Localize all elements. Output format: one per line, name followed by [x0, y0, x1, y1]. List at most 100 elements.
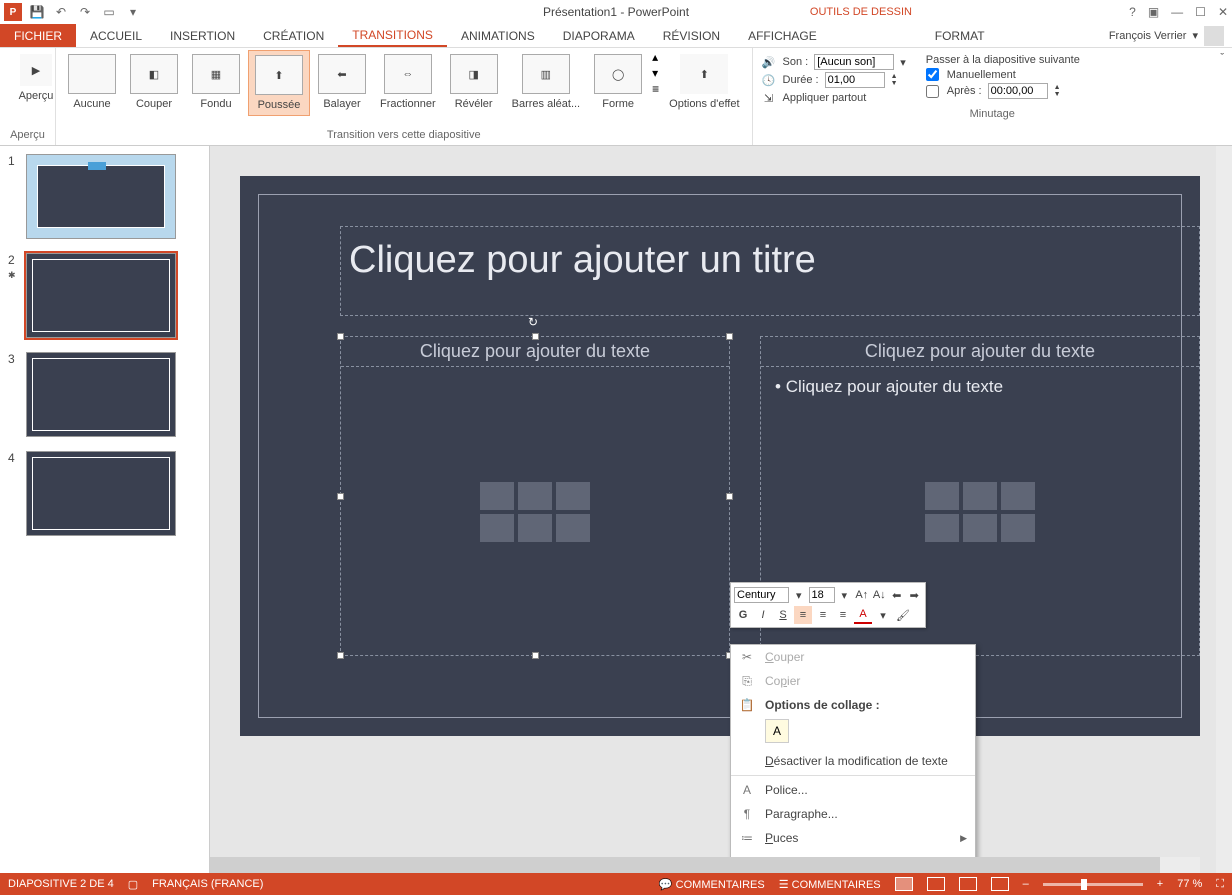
- dropdown-icon[interactable]: ▾: [837, 586, 853, 604]
- tab-review[interactable]: RÉVISION: [649, 24, 734, 47]
- underline-button[interactable]: S: [774, 606, 792, 624]
- horizontal-scrollbar[interactable]: [210, 857, 1200, 873]
- paste-keep-text-button[interactable]: A: [765, 719, 789, 743]
- align-right-button[interactable]: ≡: [834, 606, 852, 624]
- fit-window-button[interactable]: ⛶: [1216, 878, 1224, 891]
- undo-icon[interactable]: ↶: [52, 3, 70, 21]
- format-painter-icon[interactable]: 🖌: [894, 606, 912, 624]
- zoom-in-button[interactable]: +: [1157, 878, 1163, 890]
- italic-button[interactable]: I: [754, 606, 772, 624]
- tab-insert[interactable]: INSERTION: [156, 24, 249, 47]
- tab-file[interactable]: FICHIER: [0, 24, 76, 47]
- align-left-button[interactable]: ≡: [794, 606, 812, 624]
- slide-canvas[interactable]: Cliquez pour ajouter un titre Cliquez po…: [240, 176, 1200, 736]
- slide-thumb[interactable]: [26, 352, 176, 437]
- slide-panel[interactable]: 1 2✱ 3 4: [0, 146, 210, 873]
- tab-format[interactable]: FORMAT: [921, 24, 999, 47]
- user-avatar[interactable]: [1204, 26, 1224, 46]
- push-icon: ⬆: [255, 55, 303, 95]
- rotate-handle-icon[interactable]: ↻: [528, 315, 538, 329]
- tab-design[interactable]: CRÉATION: [249, 24, 338, 47]
- sound-select[interactable]: [814, 54, 894, 70]
- content-type-icons[interactable]: [480, 482, 590, 542]
- tab-transitions[interactable]: TRANSITIONS: [338, 24, 447, 47]
- spin-up-icon[interactable]: ▲: [891, 73, 898, 80]
- transition-randombars[interactable]: ▥Barres aléat...: [506, 50, 586, 114]
- tab-home[interactable]: ACCUEIL: [76, 24, 156, 47]
- zoom-out-button[interactable]: –: [1023, 878, 1029, 890]
- transition-push[interactable]: ⬆Poussée: [248, 50, 310, 116]
- decrease-indent-icon[interactable]: ⬅: [889, 586, 905, 604]
- font-size-input[interactable]: [809, 587, 835, 603]
- bold-button[interactable]: G: [734, 606, 752, 624]
- tab-view[interactable]: AFFICHAGE: [734, 24, 831, 47]
- slide-editor[interactable]: Cliquez pour ajouter un titre Cliquez po…: [210, 146, 1216, 873]
- qat-more-icon[interactable]: ▾: [124, 3, 142, 21]
- dropdown-icon[interactable]: ▾: [900, 56, 906, 69]
- spin-down-icon[interactable]: ▼: [891, 80, 898, 87]
- spellcheck-icon[interactable]: ▢: [128, 878, 138, 891]
- comments-button[interactable]: 💬 COMMENTAIRES: [659, 878, 765, 891]
- minimize-icon[interactable]: —: [1171, 5, 1183, 19]
- redo-icon[interactable]: ↷: [76, 3, 94, 21]
- close-icon[interactable]: ✕: [1218, 5, 1228, 19]
- zoom-slider[interactable]: [1043, 883, 1143, 886]
- ribbon-display-icon[interactable]: ▣: [1148, 5, 1159, 19]
- zoom-value[interactable]: 77 %: [1177, 878, 1202, 890]
- font-color-button[interactable]: A: [854, 606, 872, 624]
- gallery-up-icon[interactable]: ▴: [652, 50, 659, 64]
- reading-view-button[interactable]: [959, 877, 977, 891]
- dropdown-icon[interactable]: ▾: [874, 606, 892, 624]
- normal-view-button[interactable]: [895, 877, 913, 891]
- transition-fade[interactable]: ▦Fondu: [186, 50, 246, 114]
- apply-all-button[interactable]: Appliquer partout: [783, 92, 867, 104]
- slide-thumb[interactable]: [26, 451, 176, 536]
- user-menu-icon[interactable]: ▾: [1192, 29, 1198, 42]
- ctx-font[interactable]: APolice...: [731, 778, 975, 802]
- tab-slideshow[interactable]: DIAPORAMA: [549, 24, 649, 47]
- effect-options-button[interactable]: ⬆Options d'effet: [663, 50, 745, 114]
- after-checkbox[interactable]: [926, 85, 939, 98]
- slide-thumb[interactable]: [26, 253, 176, 338]
- spin-up-icon[interactable]: ▲: [1054, 84, 1061, 91]
- content-placeholder-left[interactable]: Cliquez pour ajouter du texte ↻: [340, 336, 730, 656]
- dropdown-icon[interactable]: ▾: [791, 586, 807, 604]
- help-icon[interactable]: ?: [1129, 5, 1136, 19]
- tab-animations[interactable]: ANIMATIONS: [447, 24, 549, 47]
- title-placeholder[interactable]: Cliquez pour ajouter un titre: [340, 226, 1200, 316]
- mini-toolbar[interactable]: ▾ ▾ A↑ A↓ ⬅ ➡ G I S ≡ ≡ ≡ A ▾ 🖌: [730, 582, 926, 628]
- transition-wipe[interactable]: ⬅Balayer: [312, 50, 372, 114]
- maximize-icon[interactable]: ☐: [1195, 5, 1206, 19]
- after-input[interactable]: [988, 83, 1048, 99]
- slide-thumb[interactable]: [26, 154, 176, 239]
- notes-button[interactable]: ☰ COMMENTAIRES: [779, 878, 881, 891]
- font-family-input[interactable]: [734, 587, 789, 603]
- increase-indent-icon[interactable]: ➡: [907, 586, 923, 604]
- sorter-view-button[interactable]: [927, 877, 945, 891]
- content-type-icons[interactable]: [925, 482, 1035, 542]
- spin-down-icon[interactable]: ▼: [1054, 91, 1061, 98]
- manual-checkbox[interactable]: [926, 68, 939, 81]
- ctx-bullets[interactable]: ≔Puces▶: [731, 826, 975, 850]
- gallery-more-icon[interactable]: ≡: [652, 82, 659, 96]
- transition-split[interactable]: ⇔Fractionner: [374, 50, 442, 114]
- ctx-stop-edit[interactable]: Désactiver la modification de texte: [731, 749, 975, 773]
- save-icon[interactable]: 💾: [28, 3, 46, 21]
- status-slide[interactable]: DIAPOSITIVE 2 DE 4: [8, 878, 114, 890]
- collapse-ribbon-icon[interactable]: ˇ: [1220, 52, 1224, 64]
- vertical-scrollbar[interactable]: [1216, 146, 1232, 873]
- decrease-font-icon[interactable]: A↓: [872, 586, 888, 604]
- transition-shape[interactable]: ◯Forme: [588, 50, 648, 114]
- slideshow-view-button[interactable]: [991, 877, 1009, 891]
- transition-cut[interactable]: ◧Couper: [124, 50, 184, 114]
- ctx-paragraph[interactable]: ¶Paragraphe...: [731, 802, 975, 826]
- transition-none[interactable]: Aucune: [62, 50, 122, 114]
- gallery-down-icon[interactable]: ▾: [652, 66, 659, 80]
- start-slideshow-icon[interactable]: ▭: [100, 3, 118, 21]
- status-language[interactable]: FRANÇAIS (FRANCE): [152, 878, 263, 890]
- duration-input[interactable]: [825, 72, 885, 88]
- transition-reveal[interactable]: ◨Révéler: [444, 50, 504, 114]
- align-center-button[interactable]: ≡: [814, 606, 832, 624]
- user-name[interactable]: François Verrier: [1109, 30, 1187, 42]
- increase-font-icon[interactable]: A↑: [854, 586, 870, 604]
